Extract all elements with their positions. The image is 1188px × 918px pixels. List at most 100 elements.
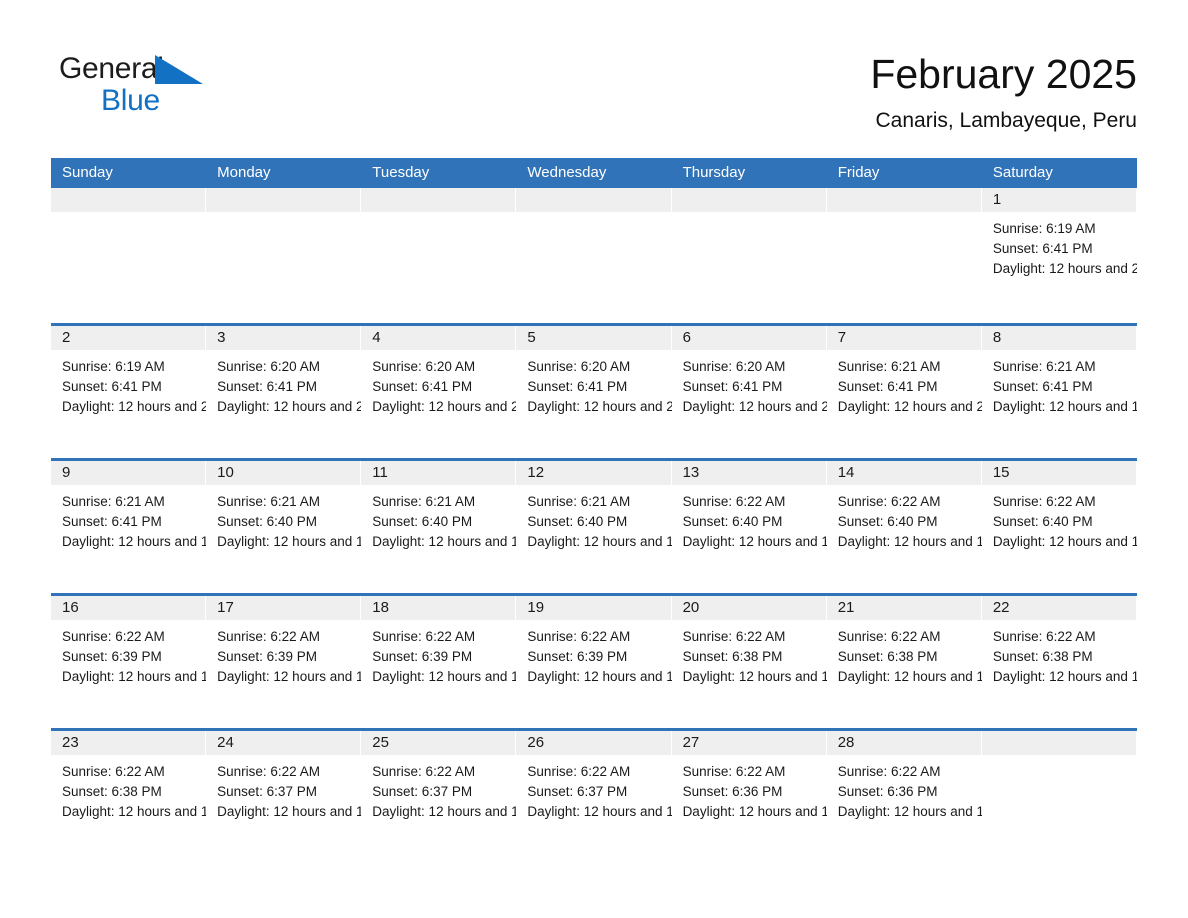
day-cell[interactable]: 5 Sunrise: 6:20 AM Sunset: 6:41 PM Daylight… [516,326,672,458]
day-details: Sunrise: 6:21 AM Sunset: 6:40 PM Daylight:… [516,485,671,552]
day-details: Sunrise: 6:20 AM Sunset: 6:41 PM Daylight:… [206,350,361,417]
day-cell[interactable]: 6 Sunrise: 6:20 AM Sunset: 6:41 PM Daylight… [671,326,827,458]
weekday-thursday: Thursday [682,164,746,181]
logo-text-blue: Blue [101,84,160,117]
day-cell[interactable]: 23 Sunrise: 6:22 AM Sunset: 6:38 PM Dayligh… [51,731,207,863]
day-cell[interactable]: 15 Sunrise: 6:22 AM Sunset: 6:40 PM Dayligh… [981,461,1137,593]
day-cell[interactable]: 21 Sunrise: 6:22 AM Sunset: 6:38 PM Dayligh… [826,596,982,728]
day-number: 8 [981,326,1137,350]
day-number: 16 [51,596,207,620]
day-number: 17 [206,596,362,620]
sunset-text: Sunset: 6:37 PM [527,784,628,799]
daylight-text: Daylight: 12 hours and 20 minutes. [837,399,982,414]
day-cell[interactable]: 27 Sunrise: 6:22 AM Sunset: 6:36 PM Dayligh… [671,731,827,863]
day-cell[interactable]: 3 Sunrise: 6:20 AM Sunset: 6:41 PM Daylight… [206,326,362,458]
day-number: 21 [826,596,982,620]
daylight-text: Daylight: 12 hours and 19 minutes. [992,399,1137,414]
weeks-container: 1 Sunrise: 6:19 AM Sunset: 6:41 PM Daylight… [51,188,1137,863]
day-cell[interactable]: 28 Sunrise: 6:22 AM Sunset: 6:36 PM Dayligh… [826,731,982,863]
day-number: 2 [51,326,207,350]
weekday-tuesday: Tuesday [372,164,430,181]
sunset-text: Sunset: 6:41 PM [837,379,938,394]
day-number: 5 [516,326,672,350]
daylight-text: Daylight: 12 hours and 14 minutes. [527,804,672,819]
location-subtitle: Canaris, Lambayeque, Peru [875,109,1138,132]
day-number: 18 [361,596,517,620]
weekday-monday: Monday [217,164,271,181]
day-number: 26 [516,731,672,755]
day-cell[interactable]: 25 Sunrise: 6:22 AM Sunset: 6:37 PM Dayligh… [361,731,517,863]
day-cell[interactable]: 22 Sunrise: 6:22 AM Sunset: 6:38 PM Dayligh… [981,596,1137,728]
sunrise-text: Sunrise: 6:21 AM [217,494,320,509]
day-cell[interactable]: 14 Sunrise: 6:22 AM Sunset: 6:40 PM Dayligh… [826,461,982,593]
sunset-text: Sunset: 6:40 PM [217,514,317,529]
day-details: Sunrise: 6:21 AM Sunset: 6:41 PM Daylight:… [51,485,206,552]
day-number [981,731,1137,755]
day-cell[interactable]: 13 Sunrise: 6:22 AM Sunset: 6:40 PM Dayligh… [671,461,827,593]
day-cell[interactable]: 19 Sunrise: 6:22 AM Sunset: 6:39 PM Dayligh… [516,596,672,728]
day-cell-empty [516,188,672,323]
day-number [516,188,672,212]
daylight-text: Daylight: 12 hours and 16 minutes. [682,669,827,684]
sunrise-text: Sunrise: 6:22 AM [217,764,320,779]
daylight-text: Daylight: 12 hours and 21 minutes. [992,261,1137,276]
day-number: 13 [671,461,827,485]
day-cell[interactable]: 4 Sunrise: 6:20 AM Sunset: 6:41 PM Daylight… [361,326,517,458]
day-cell[interactable]: 16 Sunrise: 6:22 AM Sunset: 6:39 PM Dayligh… [51,596,207,728]
daylight-text: Daylight: 12 hours and 19 minutes. [217,534,362,549]
weekday-wednesday: Wednesday [527,164,607,181]
day-details: Sunrise: 6:22 AM Sunset: 6:36 PM Daylight:… [827,755,982,822]
day-cell[interactable]: 2 Sunrise: 6:19 AM Sunset: 6:41 PM Daylight… [51,326,207,458]
day-cell-empty [361,188,517,323]
day-cell[interactable]: 20 Sunrise: 6:22 AM Sunset: 6:38 PM Dayligh… [671,596,827,728]
day-cell[interactable]: 24 Sunrise: 6:22 AM Sunset: 6:37 PM Dayligh… [206,731,362,863]
sunset-text: Sunset: 6:39 PM [217,649,317,664]
day-number: 3 [206,326,362,350]
day-number: 6 [671,326,827,350]
day-cell[interactable]: 1 Sunrise: 6:19 AM Sunset: 6:41 PM Daylight… [981,188,1137,323]
day-details: Sunrise: 6:22 AM Sunset: 6:40 PM Daylight:… [672,485,827,552]
daylight-text: Daylight: 12 hours and 21 minutes. [217,399,362,414]
day-cell[interactable]: 9 Sunrise: 6:21 AM Sunset: 6:41 PM Daylight… [51,461,207,593]
day-details: Sunrise: 6:22 AM Sunset: 6:38 PM Daylight:… [51,755,206,822]
day-number: 25 [361,731,517,755]
day-number [206,188,362,212]
sunset-text: Sunset: 6:41 PM [527,379,628,394]
sunset-text: Sunset: 6:41 PM [217,379,317,394]
sunset-text: Sunset: 6:36 PM [682,784,783,799]
sunset-text: Sunset: 6:41 PM [682,379,783,394]
week-row: 2 Sunrise: 6:19 AM Sunset: 6:41 PM Daylight… [51,323,1137,458]
sunrise-text: Sunrise: 6:20 AM [372,359,476,374]
day-details: Sunrise: 6:22 AM Sunset: 6:40 PM Daylight:… [982,485,1137,552]
day-cell[interactable]: 7 Sunrise: 6:21 AM Sunset: 6:41 PM Daylight… [826,326,982,458]
daylight-text: Daylight: 12 hours and 17 minutes. [992,534,1137,549]
sunset-text: Sunset: 6:38 PM [62,784,162,799]
sunset-text: Sunset: 6:39 PM [62,649,162,664]
day-cell[interactable]: 8 Sunrise: 6:21 AM Sunset: 6:41 PM Daylight… [981,326,1137,458]
weekday-saturday: Saturday [992,164,1053,181]
sunrise-text: Sunrise: 6:19 AM [62,359,165,374]
day-cell[interactable]: 11 Sunrise: 6:21 AM Sunset: 6:40 PM Dayligh… [361,461,517,593]
day-cell[interactable]: 18 Sunrise: 6:22 AM Sunset: 6:39 PM Dayligh… [361,596,517,728]
day-cell-empty [981,731,1137,863]
day-number: 28 [826,731,982,755]
day-cell[interactable]: 12 Sunrise: 6:21 AM Sunset: 6:40 PM Dayligh… [516,461,672,593]
day-details: Sunrise: 6:20 AM Sunset: 6:41 PM Daylight:… [361,350,516,417]
sunrise-text: Sunrise: 6:22 AM [372,764,476,779]
week-row: 1 Sunrise: 6:19 AM Sunset: 6:41 PM Daylight… [51,188,1137,323]
day-details: Sunrise: 6:20 AM Sunset: 6:41 PM Daylight:… [516,350,671,417]
sunset-text: Sunset: 6:39 PM [372,649,473,664]
daylight-text: Daylight: 12 hours and 14 minutes. [372,804,517,819]
day-details: Sunrise: 6:21 AM Sunset: 6:41 PM Daylight:… [827,350,982,417]
day-details: Sunrise: 6:22 AM Sunset: 6:36 PM Daylight:… [672,755,827,822]
sunset-text: Sunset: 6:40 PM [682,514,783,529]
day-number: 23 [51,731,207,755]
daylight-text: Daylight: 12 hours and 17 minutes. [62,669,207,684]
day-cell[interactable]: 26 Sunrise: 6:22 AM Sunset: 6:37 PM Dayligh… [516,731,672,863]
week-row: 9 Sunrise: 6:21 AM Sunset: 6:41 PM Daylight… [51,458,1137,593]
sunrise-text: Sunrise: 6:22 AM [682,764,786,779]
day-cell[interactable]: 10 Sunrise: 6:21 AM Sunset: 6:40 PM Dayligh… [206,461,362,593]
day-cell[interactable]: 17 Sunrise: 6:22 AM Sunset: 6:39 PM Dayligh… [206,596,362,728]
calendar-grid: Sunday Monday Tuesday Wednesday Thursday… [51,158,1137,863]
day-number: 1 [981,188,1137,212]
